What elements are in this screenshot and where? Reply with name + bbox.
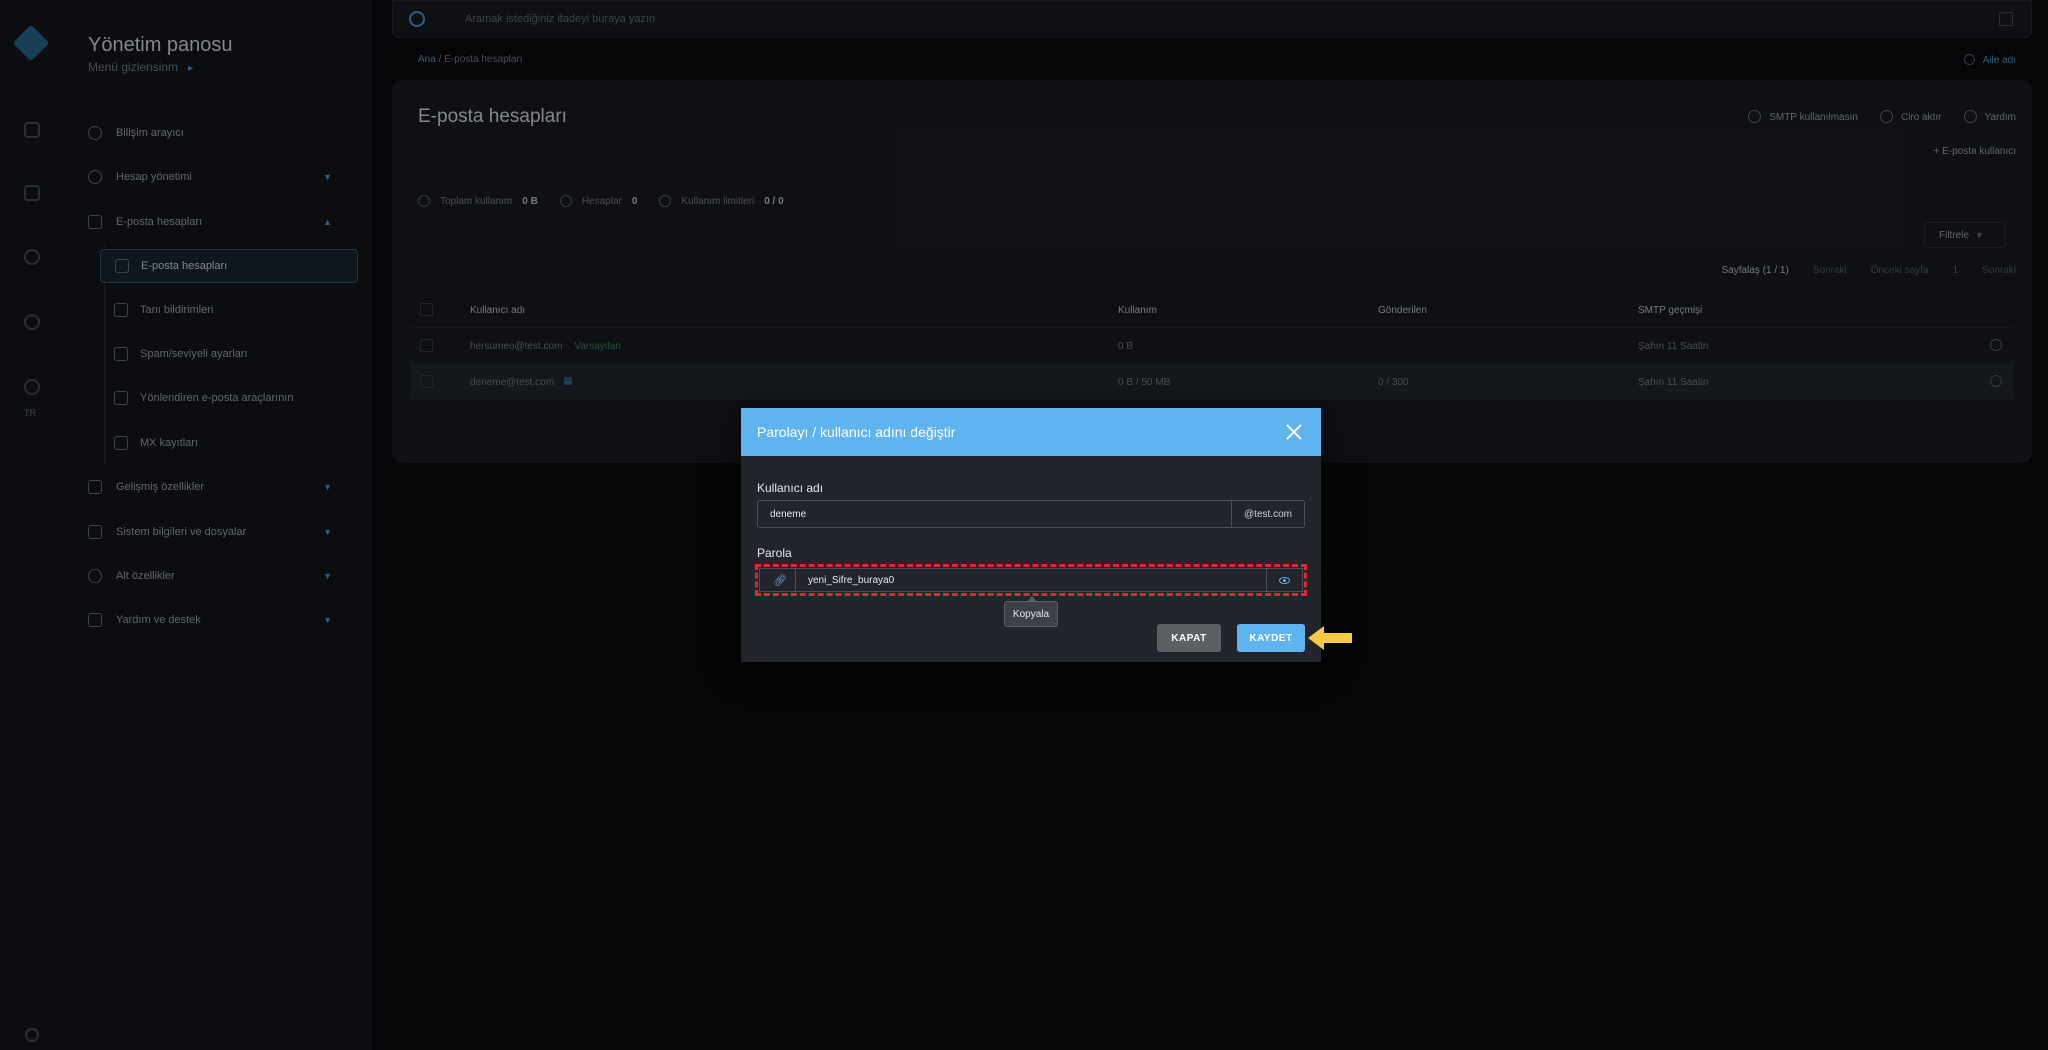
toggle-visibility-button[interactable] xyxy=(1266,569,1302,591)
save-button[interactable]: KAYDET xyxy=(1237,624,1305,652)
change-password-dialog: Parolayı / kullanıcı adını değiştir Kull… xyxy=(741,408,1321,662)
copy-tooltip: Kopyala xyxy=(1004,596,1058,627)
eye-icon xyxy=(1279,577,1290,584)
password-input[interactable]: yeni_Sifre_buraya0 xyxy=(796,569,1266,591)
cancel-button[interactable]: KAPAT xyxy=(1157,624,1221,652)
copy-button[interactable]: 🔗︎ xyxy=(760,569,796,591)
link-icon: 🔗︎ xyxy=(773,575,787,587)
password-label: Parola xyxy=(757,546,792,560)
arrow-left-icon xyxy=(1308,626,1352,650)
dialog-header: Parolayı / kullanıcı adını değiştir xyxy=(741,408,1321,456)
username-label: Kullanıcı adı xyxy=(757,481,824,495)
dialog-title: Parolayı / kullanıcı adını değiştir xyxy=(757,424,956,440)
domain-suffix: @test.com xyxy=(1231,501,1304,527)
username-input[interactable]: deneme xyxy=(758,501,1231,527)
username-field[interactable]: deneme @test.com xyxy=(757,500,1305,528)
password-field[interactable]: 🔗︎ yeni_Sifre_buraya0 xyxy=(759,568,1303,592)
close-icon[interactable] xyxy=(1283,421,1305,443)
password-highlight: 🔗︎ yeni_Sifre_buraya0 xyxy=(755,564,1307,596)
